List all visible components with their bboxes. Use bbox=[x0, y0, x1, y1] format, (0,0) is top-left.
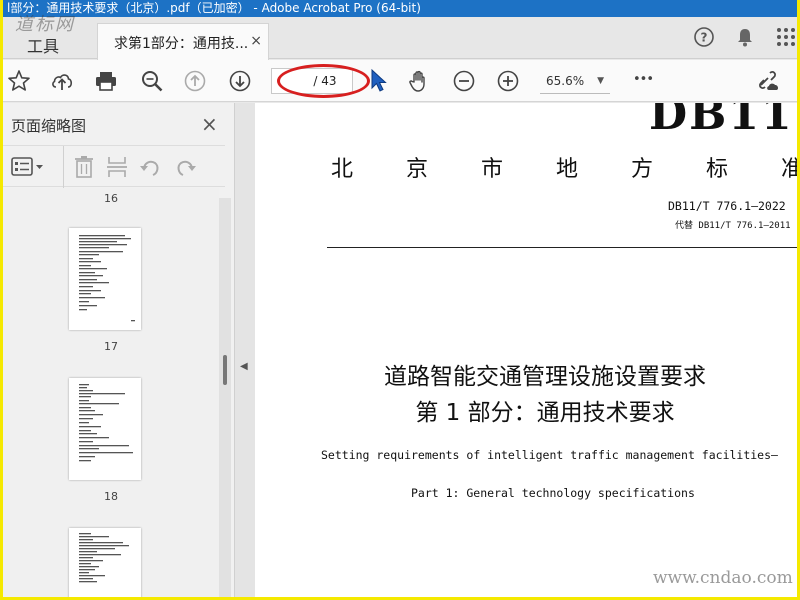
tab-row: 工具 求第1部分：通用技... × ? bbox=[3, 17, 797, 60]
document-view[interactable]: DB11 北 京 市 地 方 标 准 DB11/T 776.1—2022 代替 … bbox=[255, 103, 797, 597]
panel-title: 页面缩略图 bbox=[11, 117, 87, 135]
title-en-line1: Setting requirements of intelligent traf… bbox=[321, 448, 778, 462]
page-total-label: / 43 bbox=[313, 74, 337, 88]
title-en-line2: Part 1: General technology specification… bbox=[411, 486, 695, 500]
pdf-page: DB11 北 京 市 地 方 标 准 DB11/T 776.1—2022 代替 … bbox=[255, 103, 797, 597]
thumbnail-scrollbar[interactable] bbox=[219, 198, 231, 597]
zoom-out-icon[interactable] bbox=[452, 69, 476, 93]
thumbnails-panel: 页面缩略图 × 16 17 18 bbox=[3, 103, 235, 597]
standard-title: 北 京 市 地 方 标 准 bbox=[313, 151, 797, 182]
svg-text:?: ? bbox=[701, 31, 708, 45]
acrobat-window: l部分：通用技术要求（北京）.pdf（已加密） - Adobe Acrobat … bbox=[3, 0, 797, 597]
print-icon[interactable] bbox=[94, 69, 118, 93]
insert-pages-icon[interactable] bbox=[106, 155, 128, 179]
page-label-18: 18 bbox=[104, 490, 118, 503]
page-label-17: 17 bbox=[104, 340, 118, 353]
undo-icon[interactable] bbox=[139, 155, 163, 179]
apps-grid-icon[interactable] bbox=[775, 26, 797, 48]
standard-title-char: 北 bbox=[331, 157, 354, 182]
redo-icon[interactable] bbox=[173, 155, 197, 179]
tab-document-label: 求第1部分：通用技... bbox=[114, 36, 249, 52]
db-code: DB11 bbox=[649, 103, 794, 140]
standard-title-char: 准 bbox=[781, 157, 797, 182]
panel-collapse-bar[interactable]: ◀ bbox=[223, 103, 255, 597]
link-cloud-icon[interactable] bbox=[757, 69, 781, 93]
page-thumbnail-18[interactable] bbox=[69, 378, 141, 480]
replaces-note: 代替 DB11/T 776.1—2011 bbox=[675, 221, 791, 231]
next-page-icon[interactable] bbox=[228, 69, 252, 93]
zoom-search-icon[interactable] bbox=[140, 69, 164, 93]
options-icon[interactable] bbox=[11, 156, 45, 178]
chevron-down-icon: ▼ bbox=[597, 76, 604, 86]
standard-title-char: 标 bbox=[706, 157, 729, 182]
page-thumbnail-17[interactable] bbox=[69, 228, 141, 330]
page-number-box: / 43 bbox=[271, 68, 353, 94]
page-label-16: 16 bbox=[104, 192, 118, 205]
close-panel-icon[interactable]: × bbox=[201, 112, 218, 136]
collapse-arrow-icon[interactable]: ◀ bbox=[240, 361, 248, 372]
thumbnail-list[interactable]: 16 17 18 bbox=[3, 188, 219, 597]
site-watermark: www.cndao.com bbox=[653, 568, 793, 588]
star-icon[interactable] bbox=[7, 69, 31, 93]
thumbnail-toolbar bbox=[3, 145, 225, 188]
window-title: l部分：通用技术要求（北京）.pdf（已加密） - Adobe Acrobat … bbox=[3, 0, 797, 17]
bell-icon[interactable] bbox=[734, 26, 756, 48]
toolbar-divider bbox=[63, 146, 64, 188]
zoom-select[interactable]: 65.6% ▼ bbox=[540, 68, 610, 94]
cursor-arrow-icon[interactable] bbox=[367, 68, 391, 92]
header-rule bbox=[327, 247, 797, 248]
standard-title-char: 地 bbox=[556, 157, 579, 182]
upload-icon[interactable] bbox=[50, 69, 74, 93]
panel-resize-handle[interactable] bbox=[223, 355, 227, 385]
title-cn-line2: 第 1 部分：通用技术要求 bbox=[415, 400, 675, 426]
main-toolbar: / 43 65.6% ▼ ••• bbox=[3, 60, 797, 102]
close-tab-icon[interactable]: × bbox=[250, 33, 262, 49]
hand-icon[interactable] bbox=[407, 69, 431, 93]
help-icon[interactable]: ? bbox=[693, 26, 715, 48]
title-cn-line1: 道路智能交通管理设施设置要求 bbox=[384, 364, 706, 390]
zoom-in-icon[interactable] bbox=[496, 69, 520, 93]
standard-number: DB11/T 776.1—2022 bbox=[668, 199, 786, 213]
trash-icon[interactable] bbox=[73, 155, 95, 179]
page-number-input[interactable] bbox=[287, 69, 314, 91]
more-icon[interactable]: ••• bbox=[633, 68, 657, 92]
zoom-value: 65.6% bbox=[546, 74, 585, 88]
watermark-logo: 道标网 bbox=[15, 14, 75, 35]
tab-document[interactable]: 求第1部分：通用技... × bbox=[97, 23, 269, 60]
standard-title-char: 市 bbox=[481, 157, 504, 182]
standard-title-char: 京 bbox=[406, 157, 429, 182]
prev-page-icon[interactable] bbox=[183, 69, 207, 93]
standard-title-char: 方 bbox=[631, 157, 654, 182]
page-thumbnail-19[interactable] bbox=[69, 528, 141, 597]
